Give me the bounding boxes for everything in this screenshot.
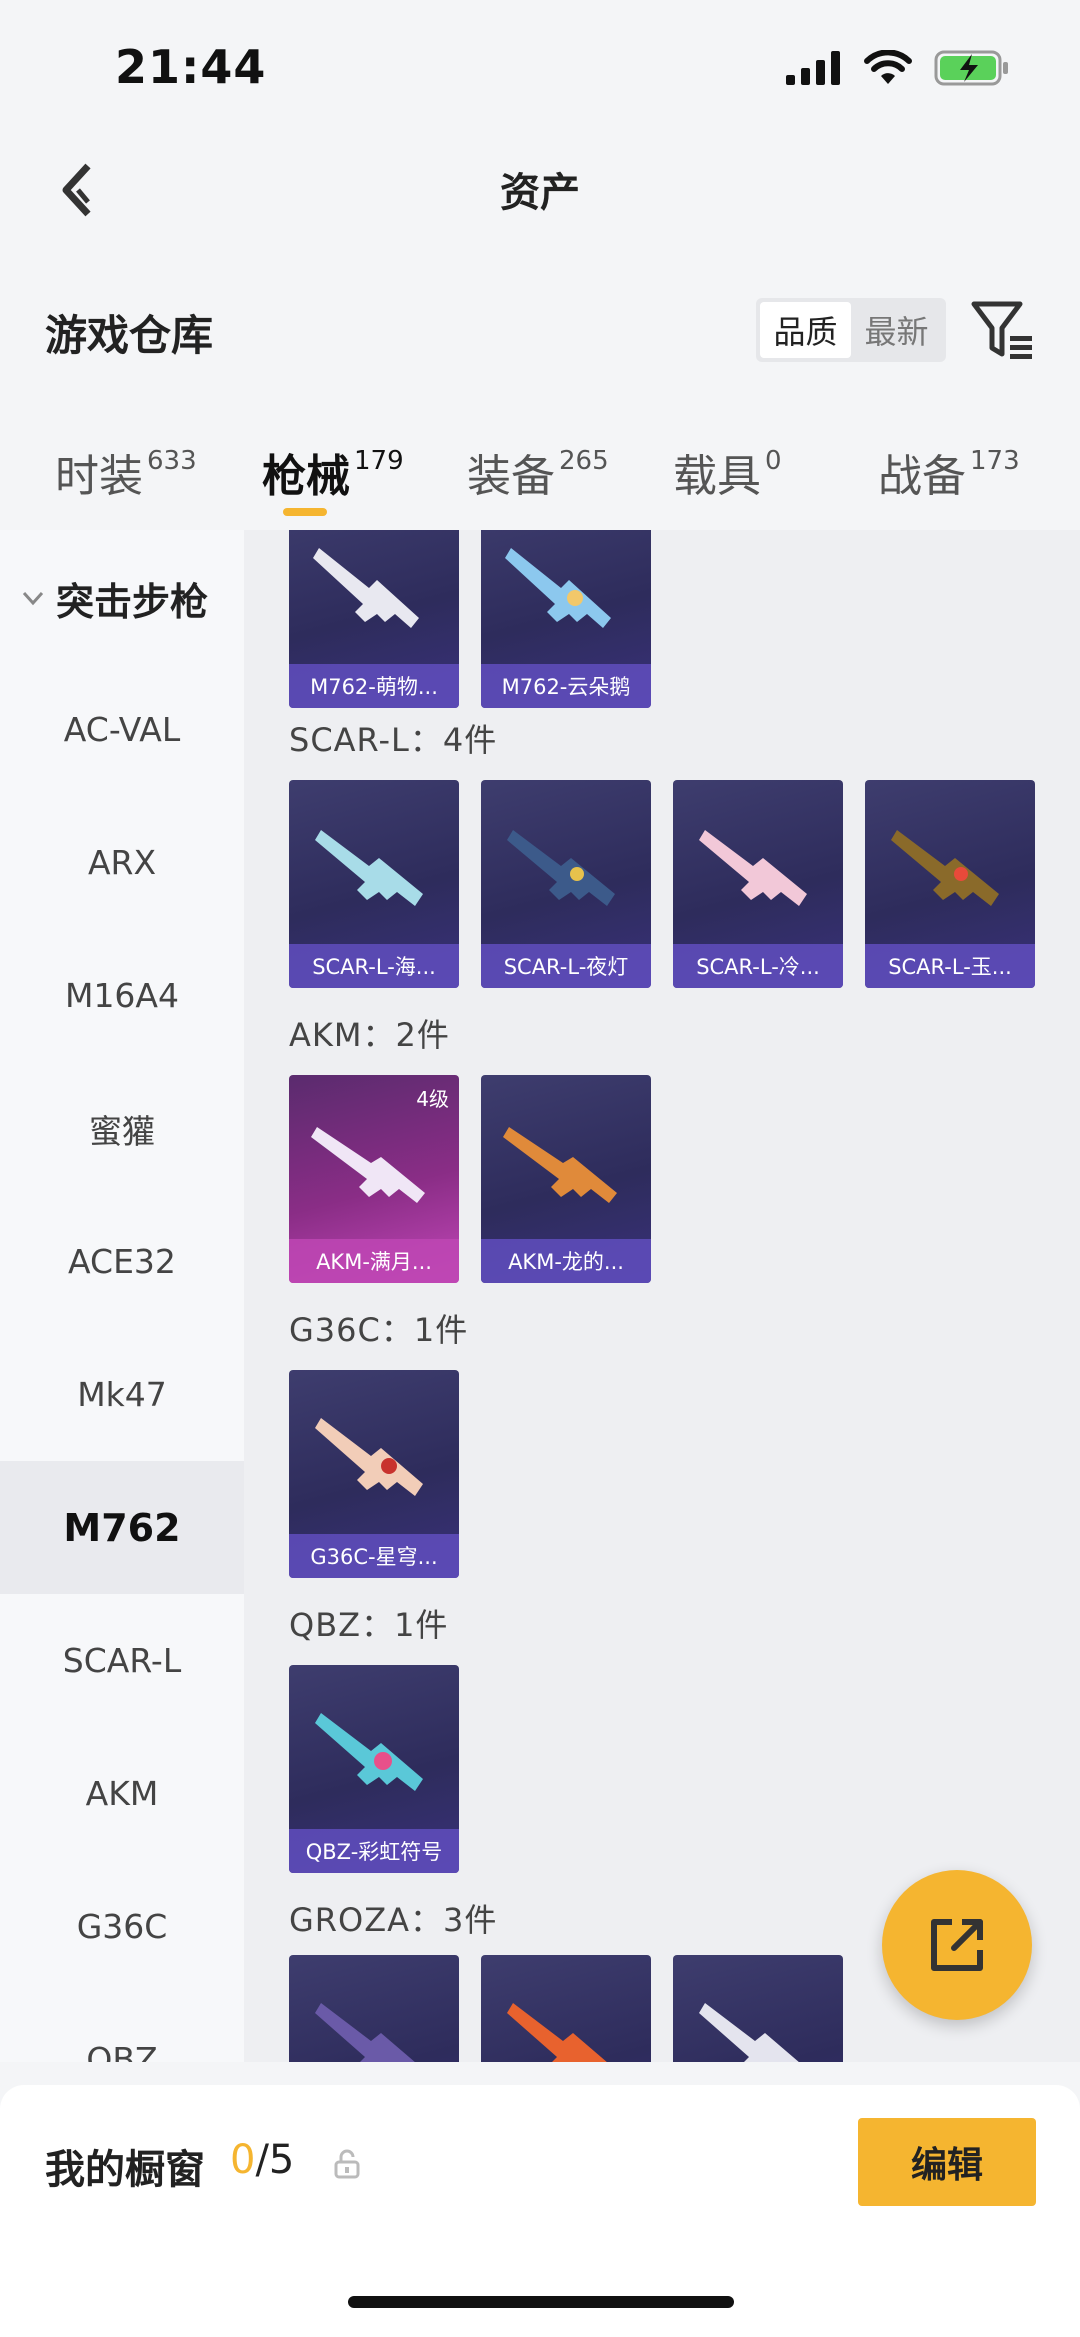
rifle-icon: [315, 830, 423, 906]
rifle-icon: [315, 1418, 423, 1496]
sidebar-item-m762[interactable]: M762: [0, 1461, 244, 1594]
sidebar-item-qbz[interactable]: QBZ: [0, 1993, 244, 2062]
status-bar: 21:44: [0, 0, 1080, 130]
tab-label: 装备: [467, 451, 555, 502]
sort-toggle: 品质 最新: [756, 298, 946, 362]
warehouse-header: 游戏仓库 品质 最新: [0, 270, 1080, 390]
home-indicator: [348, 2296, 734, 2308]
weapon-card[interactable]: AKM-龙的...: [481, 1075, 651, 1283]
weapon-name: SCAR-L-玉...: [865, 944, 1035, 988]
sidebar-item-akm[interactable]: AKM: [0, 1727, 244, 1860]
weapon-card[interactable]: SCAR-L-玉...: [865, 780, 1035, 988]
sort-latest[interactable]: 最新: [851, 302, 942, 358]
weapon-card[interactable]: [289, 1955, 459, 2062]
weapon-card[interactable]: SCAR-L-夜灯: [481, 780, 651, 988]
page-title: 资产: [500, 170, 580, 216]
weapon-grid: M762-萌物... M762-云朵鹅 SCAR-L：4件 SCAR-L-海..…: [244, 530, 1080, 2062]
sidebar-item-g36c[interactable]: G36C: [0, 1860, 244, 1993]
weapon-card[interactable]: M762-萌物...: [289, 530, 459, 708]
weapon-card[interactable]: [673, 1955, 843, 2062]
chevron-down-icon: [22, 591, 44, 606]
tab-indicator: [283, 508, 327, 516]
showcase-total: /5: [255, 2137, 295, 2183]
weapon-card[interactable]: [481, 1955, 651, 2062]
rifle-icon: [699, 830, 807, 906]
tab-count: 633: [147, 446, 197, 476]
category-tabs: 时装 633 枪械 179 装备 265 载具 0 战备 173: [0, 420, 1080, 530]
weapon-name: SCAR-L-冷...: [673, 944, 843, 988]
tab-firearms[interactable]: 枪械 179: [262, 440, 404, 504]
filter-button[interactable]: [970, 298, 1036, 364]
weapon-name: AKM-龙的...: [481, 1239, 651, 1283]
filter-icon: [971, 301, 1032, 359]
sidebar-group-label: 突击步枪: [56, 579, 209, 624]
rifle-icon: [699, 2003, 799, 2062]
weapon-card[interactable]: SCAR-L-海...: [289, 780, 459, 988]
wifi-icon: [864, 50, 912, 84]
tab-label: 载具: [673, 451, 761, 502]
status-icons: [786, 50, 1010, 86]
section-title: QBZ：1件: [289, 1606, 449, 1644]
edit-button[interactable]: 编辑: [858, 2118, 1036, 2206]
section-title: G36C：1件: [289, 1311, 469, 1349]
rifle-icon: [311, 1127, 425, 1203]
sidebar-item-ace32[interactable]: ACE32: [0, 1195, 244, 1328]
sidebar-item-mk47[interactable]: Mk47: [0, 1328, 244, 1461]
rifle-icon: [507, 2003, 607, 2062]
weapon-name: SCAR-L-海...: [289, 944, 459, 988]
sidebar-item-m16a4[interactable]: M16A4: [0, 929, 244, 1062]
rifle-icon: [315, 2003, 415, 2062]
tab-vehicles[interactable]: 载具 0: [673, 440, 782, 504]
rifle-icon: [315, 1713, 423, 1791]
share-icon: [931, 1919, 983, 1971]
share-button[interactable]: [882, 1870, 1032, 2020]
lock-icon: [334, 2149, 360, 2179]
rifle-icon: [507, 830, 615, 906]
sidebar-group-assault-rifles[interactable]: 突击步枪: [0, 548, 244, 648]
warehouse-title: 游戏仓库: [45, 311, 214, 360]
showcase-current: 0: [230, 2137, 256, 2183]
weapon-card[interactable]: QBZ-彩虹符号: [289, 1665, 459, 1873]
rifle-icon: [313, 548, 419, 628]
status-time: 21:44: [115, 40, 267, 94]
signal-icon: [786, 51, 840, 85]
weapon-card[interactable]: M762-云朵鹅: [481, 530, 651, 708]
section-title: AKM：2件: [289, 1016, 450, 1054]
sidebar-item-ac-val[interactable]: AC-VAL: [0, 663, 244, 796]
weapon-card[interactable]: 4级 AKM-满月...: [289, 1075, 459, 1283]
weapon-name: G36C-星穹...: [289, 1534, 459, 1578]
rifle-icon: [503, 1127, 617, 1203]
weapon-name: SCAR-L-夜灯: [481, 944, 651, 988]
tab-count: 0: [765, 446, 782, 476]
weapon-card[interactable]: SCAR-L-冷...: [673, 780, 843, 988]
level-badge: 4级: [416, 1087, 449, 1111]
sidebar-item-arx[interactable]: ARX: [0, 796, 244, 929]
weapon-name: M762-萌物...: [289, 664, 459, 708]
showcase-label: 我的橱窗: [45, 2147, 205, 2193]
tab-fashion[interactable]: 时装 633: [55, 440, 197, 504]
section-title: SCAR-L：4件: [289, 721, 498, 759]
weapon-name: M762-云朵鹅: [481, 664, 651, 708]
tab-equipment[interactable]: 装备 265: [467, 440, 609, 504]
tab-count: 179: [354, 446, 404, 476]
tab-label: 枪械: [262, 451, 350, 502]
nav-bar: 资产: [0, 130, 1080, 250]
tab-count: 173: [970, 446, 1020, 476]
weapon-name: AKM-满月...: [289, 1239, 459, 1283]
rifle-icon: [505, 548, 611, 628]
tab-supplies[interactable]: 战备 173: [878, 440, 1020, 504]
sidebar: 突击步枪 AC-VAL ARX M16A4 蜜獾 ACE32 Mk47 M762…: [0, 530, 244, 2062]
section-title: GROZA：3件: [289, 1901, 498, 1939]
showcase-count: 0/5: [230, 2137, 294, 2183]
weapon-card[interactable]: G36C-星穹...: [289, 1370, 459, 1578]
battery-charging-icon: [934, 50, 1008, 86]
tab-count: 265: [559, 446, 609, 476]
tab-label: 时装: [55, 451, 143, 502]
rifle-icon: [891, 830, 999, 906]
weapon-name: QBZ-彩虹符号: [289, 1829, 459, 1873]
sidebar-item-honey-badger[interactable]: 蜜獾: [0, 1062, 244, 1195]
sort-quality[interactable]: 品质: [760, 302, 851, 358]
sidebar-item-scar-l[interactable]: SCAR-L: [0, 1594, 244, 1727]
tab-label: 战备: [878, 451, 966, 502]
